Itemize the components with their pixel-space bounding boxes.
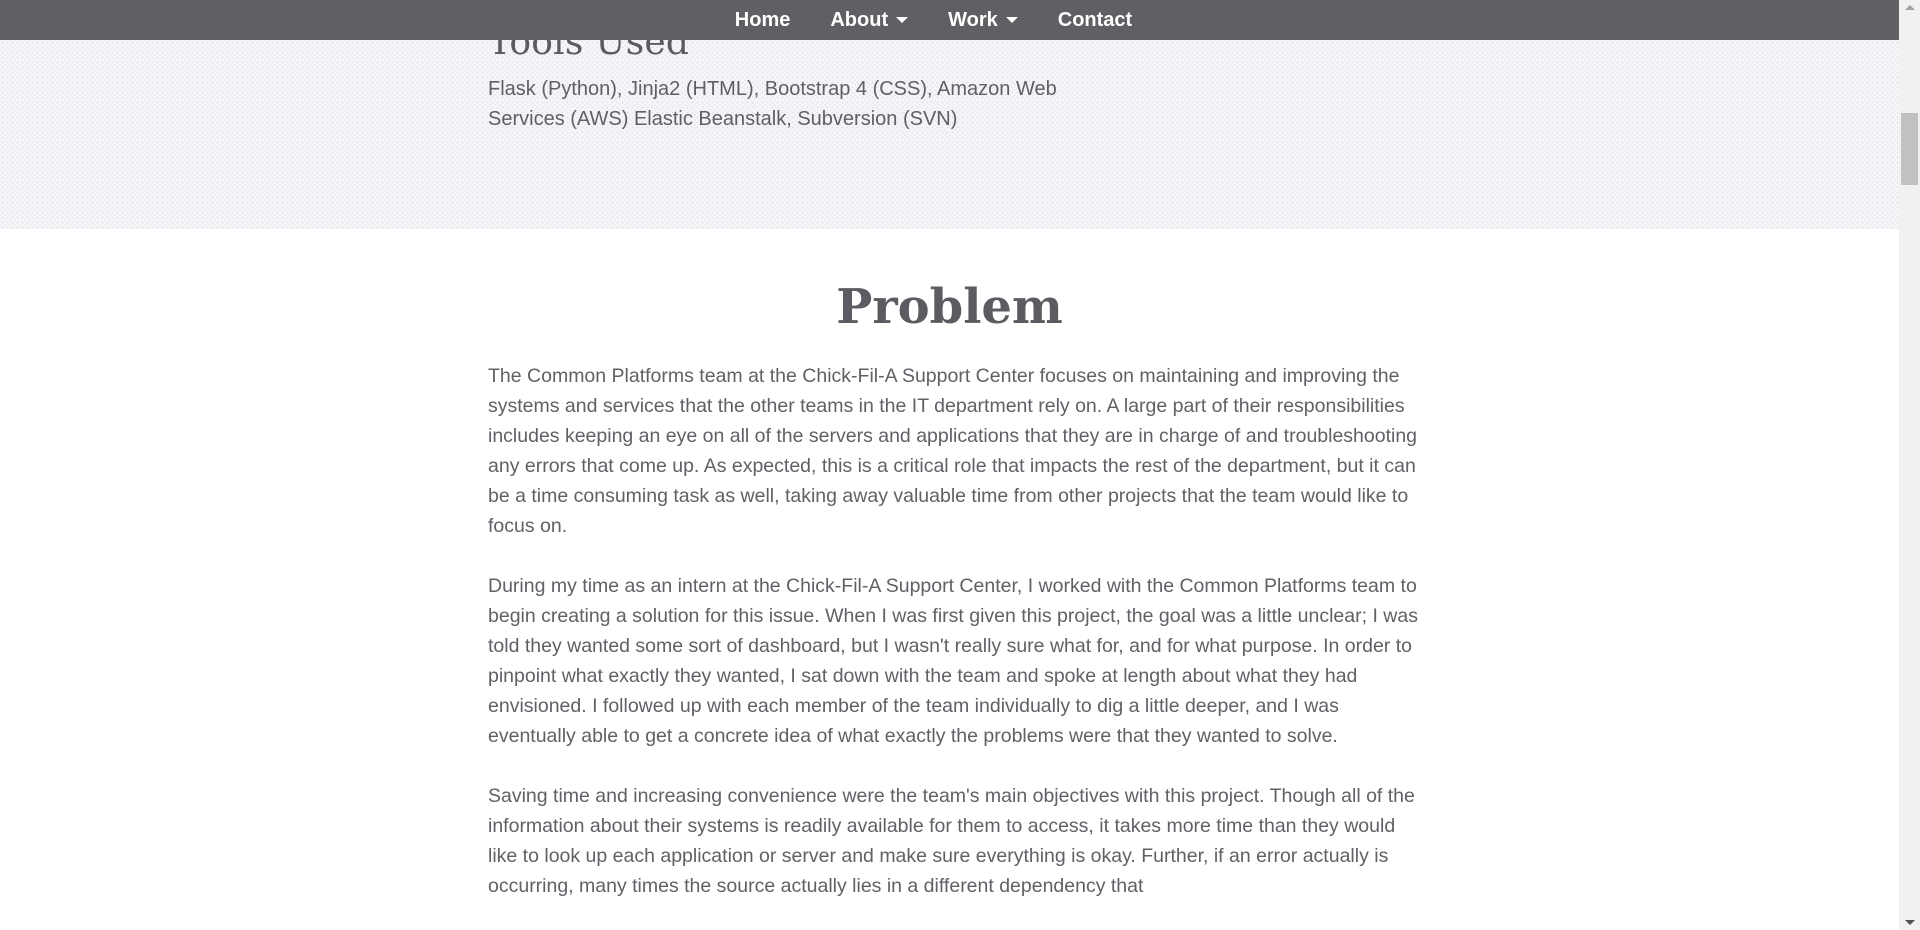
nav-dropdown-work[interactable]: Work bbox=[928, 9, 1038, 32]
nav-label-about: About bbox=[830, 8, 889, 31]
caret-down-icon bbox=[1005, 17, 1018, 23]
problem-paragraph: The Common Platforms team at the Chick-F… bbox=[488, 365, 1418, 537]
problem-paragraph: Saving time and increasing convenience w… bbox=[488, 785, 1415, 897]
problem-section: Problem The Common Platforms team at the… bbox=[0, 229, 1899, 930]
nav-label-work: Work bbox=[948, 8, 998, 31]
tools-used-text: Flask (Python), Jinja2 (HTML), Bootstrap… bbox=[488, 78, 1057, 130]
nav-dropdown-about[interactable]: About bbox=[810, 9, 928, 32]
caret-down-icon bbox=[896, 17, 909, 23]
problem-paragraph: During my time as an intern at the Chick… bbox=[488, 575, 1418, 747]
scrollbar-thumb[interactable] bbox=[1901, 113, 1918, 185]
problem-title: Problem bbox=[836, 279, 1063, 335]
nav-list: Home About Work Contact bbox=[715, 9, 1152, 32]
vertical-scrollbar[interactable] bbox=[1899, 0, 1920, 930]
page-viewport: Tools Used Flask (Python), Jinja2 (HTML)… bbox=[0, 0, 1920, 930]
problem-body: The Common Platforms team at the Chick-F… bbox=[488, 361, 1418, 930]
scroll-up-arrow-icon[interactable] bbox=[1905, 5, 1915, 10]
nav-label-home: Home bbox=[734, 8, 791, 31]
top-navbar: Home About Work Contact bbox=[0, 0, 1899, 40]
scroll-down-arrow-icon[interactable] bbox=[1905, 920, 1915, 925]
nav-label-contact: Contact bbox=[1057, 8, 1133, 31]
nav-link-contact[interactable]: Contact bbox=[1038, 9, 1152, 32]
nav-link-home[interactable]: Home bbox=[715, 9, 811, 32]
